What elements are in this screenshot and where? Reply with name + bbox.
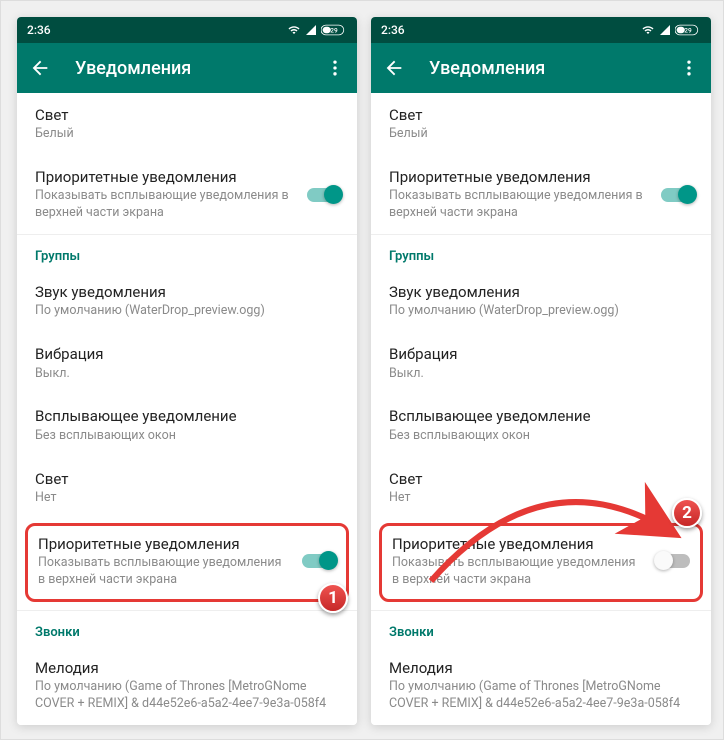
setting-sub: Показывать всплывающие уведомления в вер… bbox=[38, 555, 290, 589]
setting-value: Без всплывающих окон bbox=[35, 428, 341, 445]
signal-icon bbox=[305, 24, 317, 36]
status-indicators: 29 bbox=[287, 24, 347, 36]
setting-label: Приоритетные уведомления bbox=[392, 534, 644, 554]
light-setting[interactable]: Свет Белый bbox=[371, 93, 711, 155]
setting-label: Приоритетные уведомления bbox=[38, 534, 290, 554]
signal-icon bbox=[659, 24, 671, 36]
group-light-setting[interactable]: Свет Нет bbox=[371, 457, 711, 519]
group-popup-setting[interactable]: Всплывающее уведомление Без всплывающих … bbox=[17, 394, 357, 456]
settings-list: Свет Белый Приоритетные уведомления Пока… bbox=[17, 93, 357, 725]
svg-text:29: 29 bbox=[684, 26, 692, 34]
step-badge-1: 1 bbox=[318, 583, 348, 613]
group-vibration-setting[interactable]: Вибрация Выкл. bbox=[17, 332, 357, 394]
group-priority-toggle[interactable] bbox=[302, 554, 336, 568]
setting-value: По умолчанию (WaterDrop_preview.ogg) bbox=[389, 303, 695, 320]
setting-label: Всплывающее уведомление bbox=[389, 406, 695, 426]
setting-label: Свет bbox=[389, 469, 695, 489]
phone-screenshot-right: 2:36 29 Уведомления Свет Белый Приоритет… bbox=[371, 17, 711, 725]
wifi-icon bbox=[641, 24, 655, 36]
setting-label: Мелодия bbox=[35, 658, 341, 678]
setting-value: Нет bbox=[35, 490, 341, 507]
step-badge-2: 2 bbox=[672, 498, 702, 528]
priority-top-setting[interactable]: Приоритетные уведомления Показывать вспл… bbox=[371, 155, 711, 234]
priority-top-toggle[interactable] bbox=[307, 188, 341, 202]
more-icon[interactable] bbox=[325, 58, 345, 78]
setting-value: По умолчанию (Game of Thrones [MetroGNom… bbox=[35, 679, 341, 713]
call-ringtone-setting[interactable]: Мелодия По умолчанию (Game of Thrones [M… bbox=[371, 646, 711, 713]
setting-value: По умолчанию (WaterDrop_preview.ogg) bbox=[35, 303, 341, 320]
back-icon[interactable] bbox=[383, 57, 405, 79]
setting-sub: Показывать всплывающие уведомления в вер… bbox=[389, 188, 649, 222]
setting-label: Приоритетные уведомления bbox=[35, 167, 295, 187]
group-sound-setting[interactable]: Звук уведомления По умолчанию (WaterDrop… bbox=[371, 270, 711, 332]
status-bar: 2:36 29 bbox=[371, 17, 711, 43]
app-bar: Уведомления bbox=[371, 43, 711, 93]
status-time: 2:36 bbox=[27, 23, 51, 37]
setting-label: Мелодия bbox=[389, 658, 695, 678]
group-vibration-setting[interactable]: Вибрация Выкл. bbox=[371, 332, 711, 394]
setting-label: Свет bbox=[35, 105, 341, 125]
settings-list: Свет Белый Приоритетные уведомления Пока… bbox=[371, 93, 711, 725]
back-icon[interactable] bbox=[29, 57, 51, 79]
svg-text:29: 29 bbox=[330, 26, 338, 34]
groups-section-header: Группы bbox=[371, 235, 711, 270]
setting-label: Звук уведомления bbox=[35, 282, 341, 302]
group-priority-highlighted[interactable]: Приоритетные уведомления Показывать вспл… bbox=[25, 523, 349, 602]
setting-value: Выкл. bbox=[35, 366, 341, 383]
phone-screenshot-left: 2:36 29 Уведомления Свет Белый Приоритет… bbox=[17, 17, 357, 725]
calls-section-header: Звонки bbox=[17, 611, 357, 646]
priority-top-setting[interactable]: Приоритетные уведомления Показывать вспл… bbox=[17, 155, 357, 234]
app-bar: Уведомления bbox=[17, 43, 357, 93]
calls-section-header: Звонки bbox=[371, 611, 711, 646]
setting-label: Свет bbox=[389, 105, 695, 125]
groups-section-header: Группы bbox=[17, 235, 357, 270]
setting-value: По умолчанию (Game of Thrones [MetroGNom… bbox=[389, 679, 695, 713]
setting-sub: Показывать всплывающие уведомления в вер… bbox=[392, 555, 644, 589]
group-sound-setting[interactable]: Звук уведомления По умолчанию (WaterDrop… bbox=[17, 270, 357, 332]
group-priority-highlighted[interactable]: Приоритетные уведомления Показывать вспл… bbox=[379, 523, 703, 602]
status-time: 2:36 bbox=[381, 23, 405, 37]
setting-value: Выкл. bbox=[389, 366, 695, 383]
setting-label: Свет bbox=[35, 469, 341, 489]
battery-icon: 29 bbox=[321, 24, 347, 36]
group-popup-setting[interactable]: Всплывающее уведомление Без всплывающих … bbox=[371, 394, 711, 456]
setting-label: Вибрация bbox=[35, 344, 341, 364]
app-bar-title: Уведомления bbox=[75, 58, 301, 79]
setting-value: Без всплывающих окон bbox=[389, 428, 695, 445]
setting-label: Звук уведомления bbox=[389, 282, 695, 302]
battery-icon: 29 bbox=[675, 24, 701, 36]
wifi-icon bbox=[287, 24, 301, 36]
status-indicators: 29 bbox=[641, 24, 701, 36]
status-bar: 2:36 29 bbox=[17, 17, 357, 43]
setting-value: Белый bbox=[389, 126, 695, 143]
group-priority-toggle[interactable] bbox=[656, 554, 690, 568]
call-ringtone-setting[interactable]: Мелодия По умолчанию (Game of Thrones [M… bbox=[17, 646, 357, 713]
app-bar-title: Уведомления bbox=[429, 58, 655, 79]
setting-value: Белый bbox=[35, 126, 341, 143]
light-setting[interactable]: Свет Белый bbox=[17, 93, 357, 155]
setting-sub: Показывать всплывающие уведомления в вер… bbox=[35, 188, 295, 222]
setting-label: Всплывающее уведомление bbox=[35, 406, 341, 426]
setting-label: Приоритетные уведомления bbox=[389, 167, 649, 187]
group-light-setting[interactable]: Свет Нет bbox=[17, 457, 357, 519]
setting-label: Вибрация bbox=[389, 344, 695, 364]
priority-top-toggle[interactable] bbox=[661, 188, 695, 202]
setting-value: Нет bbox=[389, 490, 695, 507]
more-icon[interactable] bbox=[679, 58, 699, 78]
